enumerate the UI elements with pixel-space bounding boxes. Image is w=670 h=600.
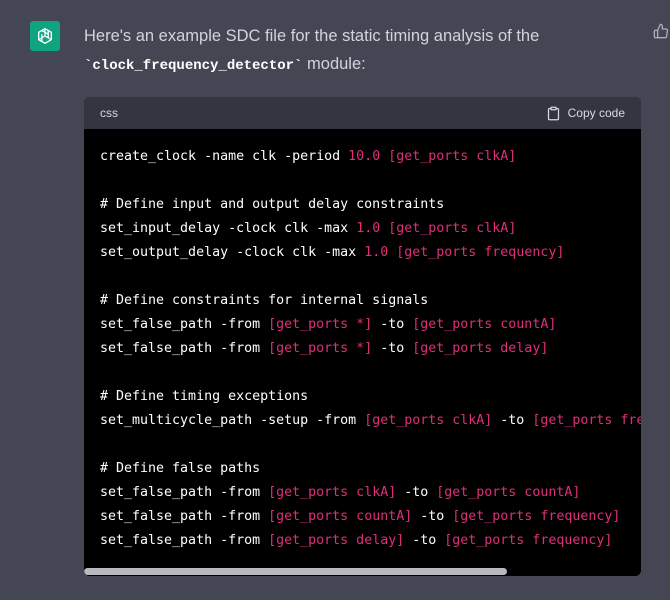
code-token: -to bbox=[412, 509, 453, 524]
code-line: set_output_delay -clock clk -max 1.0 [ge… bbox=[100, 241, 641, 265]
code-token-string: [get_ports frequency] bbox=[444, 533, 613, 548]
code-token-string: [get_ports *] bbox=[268, 317, 373, 332]
code-token: -to bbox=[372, 317, 413, 332]
copy-code-button[interactable]: Copy code bbox=[546, 106, 625, 121]
code-token-string: [get_ports freque bbox=[532, 413, 641, 428]
code-token: -to bbox=[492, 413, 533, 428]
code-token: set_false_path -from bbox=[100, 317, 269, 332]
intro-text: Here's an example SDC file for the stati… bbox=[84, 27, 540, 45]
code-line: set_input_delay -clock clk -max 1.0 [get… bbox=[100, 217, 641, 241]
intro-text-end: module: bbox=[302, 55, 366, 73]
code-token: -to bbox=[372, 341, 413, 356]
code-token-string: [get_ports clkA] bbox=[388, 149, 517, 164]
code-token: create_clock -name clk -period bbox=[100, 149, 349, 164]
scrollbar-thumb[interactable] bbox=[84, 568, 507, 575]
code-body[interactable]: create_clock -name clk -period 10.0 [get… bbox=[84, 129, 641, 566]
horizontal-scrollbar[interactable] bbox=[84, 566, 641, 576]
code-line: # Define input and output delay constrai… bbox=[100, 193, 641, 217]
code-token-string: [get_ports clkA] bbox=[364, 413, 493, 428]
code-token-string: 1.0 bbox=[364, 245, 389, 260]
code-token: set_multicycle_path -setup -from bbox=[100, 413, 365, 428]
code-token: set_false_path -from bbox=[100, 509, 269, 524]
assistant-avatar bbox=[30, 21, 60, 51]
code-token: set_false_path -from bbox=[100, 485, 269, 500]
code-line: set_false_path -from [get_ports countA] … bbox=[100, 505, 641, 529]
module-name: `clock_frequency_detector` bbox=[84, 58, 303, 74]
code-line: set_false_path -from [get_ports clkA] -t… bbox=[100, 481, 641, 505]
code-token: # Define constraints for internal signal… bbox=[100, 293, 429, 308]
thumbs-up-button[interactable] bbox=[652, 22, 670, 40]
code-token-string: [get_ports countA] bbox=[436, 485, 581, 500]
code-token: set_false_path -from bbox=[100, 341, 269, 356]
code-token-string: [get_ports clkA] bbox=[268, 485, 397, 500]
code-token-string: [get_ports delay] bbox=[268, 533, 405, 548]
code-token-string: [get_ports *] bbox=[268, 341, 373, 356]
code-language-label: css bbox=[100, 106, 118, 120]
code-token-string: 1.0 bbox=[356, 221, 381, 236]
code-text: create_clock -name clk -period 10.0 [get… bbox=[100, 145, 641, 553]
message-text: Here's an example SDC file for the stati… bbox=[84, 22, 644, 80]
code-line: # Define timing exceptions bbox=[100, 385, 641, 409]
code-line: set_false_path -from [get_ports *] -to [… bbox=[100, 337, 641, 361]
code-token-string: [get_ports frequency] bbox=[396, 245, 565, 260]
code-token-string: [get_ports countA] bbox=[412, 317, 557, 332]
openai-logo-icon bbox=[34, 25, 56, 47]
code-token: set_input_delay -clock clk -max bbox=[100, 221, 357, 236]
code-line: # Define constraints for internal signal… bbox=[100, 289, 641, 313]
chat-message: Here's an example SDC file for the stati… bbox=[0, 0, 670, 600]
code-token: set_false_path -from bbox=[100, 533, 269, 548]
code-token-string: [get_ports clkA] bbox=[388, 221, 517, 236]
code-token: -to bbox=[396, 485, 437, 500]
code-token-string: 10.0 bbox=[348, 149, 381, 164]
clipboard-icon bbox=[546, 106, 561, 121]
code-token-string: [get_ports frequency] bbox=[452, 509, 621, 524]
code-header: css Copy code bbox=[84, 97, 641, 129]
code-block: css Copy code create_clock -name clk -pe… bbox=[84, 97, 641, 576]
code-token: -to bbox=[404, 533, 445, 548]
code-token: # Define input and output delay constrai… bbox=[100, 197, 445, 212]
code-token-string: [get_ports countA] bbox=[268, 509, 413, 524]
code-token-string: [get_ports delay] bbox=[412, 341, 549, 356]
code-token: # Define false paths bbox=[100, 461, 261, 476]
code-line: # Define false paths bbox=[100, 457, 641, 481]
code-line: set_false_path -from [get_ports *] -to [… bbox=[100, 313, 641, 337]
code-token: set_output_delay -clock clk -max bbox=[100, 245, 365, 260]
code-token: # Define timing exceptions bbox=[100, 389, 309, 404]
code-line: set_false_path -from [get_ports delay] -… bbox=[100, 529, 641, 553]
code-line: create_clock -name clk -period 10.0 [get… bbox=[100, 145, 641, 169]
thumbs-up-icon bbox=[653, 23, 669, 39]
code-line: set_multicycle_path -setup -from [get_po… bbox=[100, 409, 641, 433]
copy-code-label: Copy code bbox=[567, 106, 625, 120]
